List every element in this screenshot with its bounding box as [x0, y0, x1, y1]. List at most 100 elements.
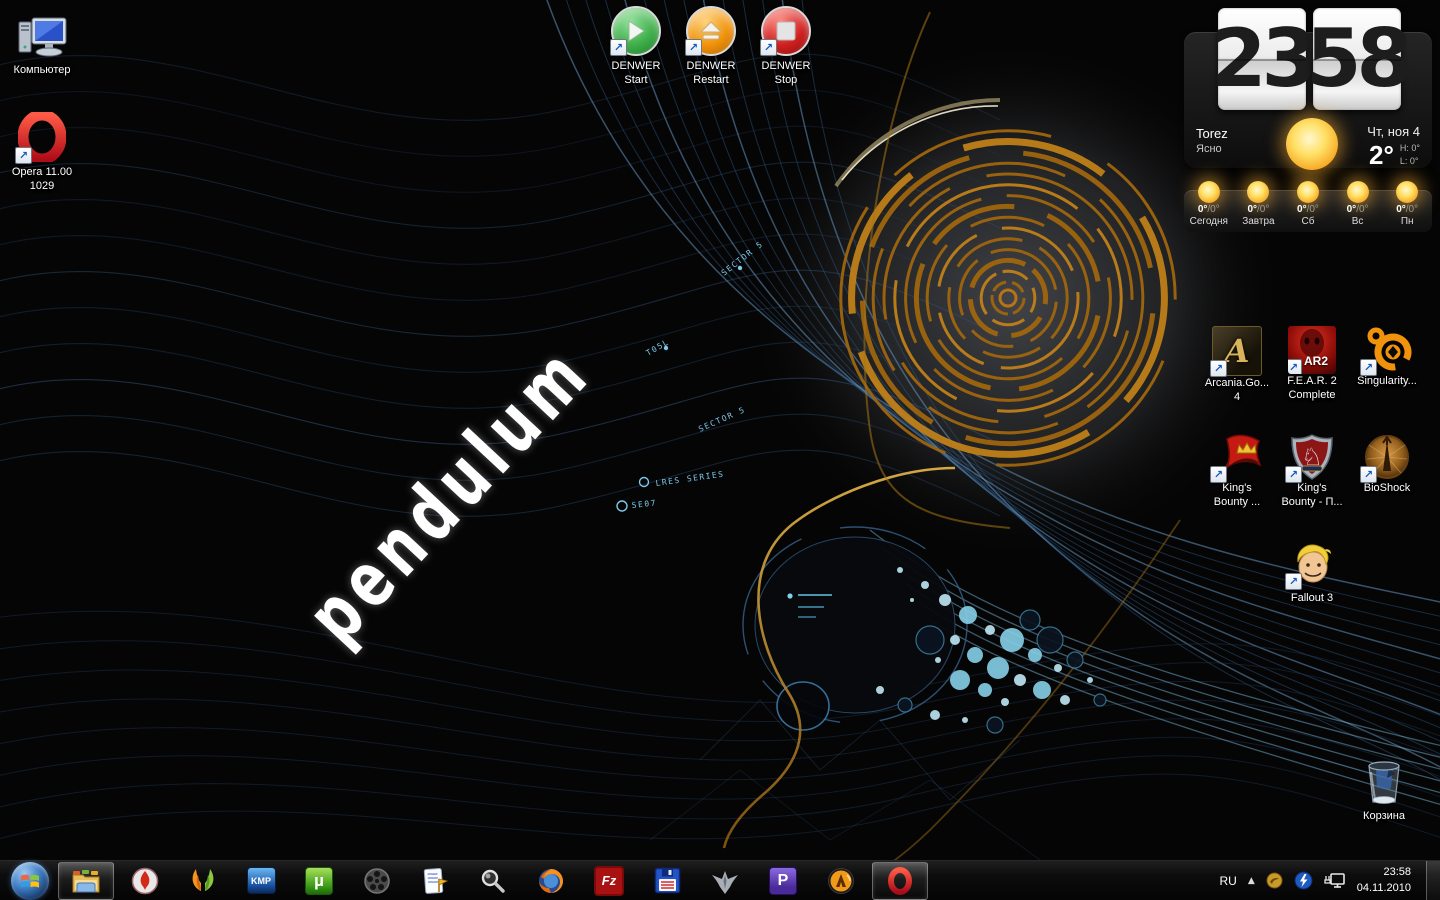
start-button[interactable]: [6, 863, 54, 899]
taskbar-button-search[interactable]: [466, 863, 520, 899]
high-label: H:: [1400, 143, 1409, 153]
taskbar-button-wings-app[interactable]: [176, 863, 230, 899]
desktop-icon-singularity[interactable]: ↗ Singularity...: [1345, 326, 1429, 388]
desktop-icon-recycle-bin[interactable]: Корзина: [1342, 758, 1426, 823]
show-desktop-button[interactable]: [1426, 861, 1440, 900]
icon-label: King's: [1195, 481, 1279, 495]
network-tray-icon[interactable]: [1324, 871, 1346, 890]
kings-bounty-flag-icon: ↗: [1213, 433, 1261, 481]
opera-icon: ↗: [18, 112, 66, 162]
taskbar-button-filezilla[interactable]: Fz: [582, 863, 636, 899]
tray-clock[interactable]: 23:58 04.11.2010: [1357, 865, 1411, 896]
wings-icon: [188, 867, 218, 895]
arcania-letter: A: [1225, 332, 1250, 370]
taskbar-button-p-app[interactable]: P: [756, 863, 810, 899]
forecast-day: 0°/0° Пн: [1382, 190, 1432, 232]
taskbar-button-explorer[interactable]: [58, 862, 114, 900]
desktop-icon-fear2[interactable]: AR2 ↗ F.E.A.R. 2 Complete: [1270, 326, 1354, 403]
desktop-icon-fallout3[interactable]: ↗ Fallout 3: [1270, 540, 1354, 605]
icon-label: Start: [594, 73, 678, 87]
desktop-icon-kings-bounty-2[interactable]: ♘ ↗ King's Bounty - П...: [1270, 433, 1354, 510]
p-app-icon: P: [769, 867, 797, 895]
icon-label: Singularity...: [1345, 374, 1429, 388]
shortcut-arrow-icon: ↗: [1285, 573, 1302, 590]
icon-label: Fallout 3: [1270, 591, 1354, 605]
tray-lightning-icon[interactable]: [1294, 871, 1313, 890]
firefox-icon: [537, 867, 565, 895]
weather-forecast-bar[interactable]: 0°/0° Сегодня 0°/0° Завтра 0°/0° Сб 0°/0…: [1184, 190, 1432, 232]
icon-label: Bounty ...: [1195, 495, 1279, 509]
sun-icon: [1198, 181, 1220, 203]
notes-document-icon: [422, 867, 448, 895]
icon-label: Корзина: [1342, 809, 1426, 823]
desktop-icon-bioshock[interactable]: ↗ BioShock: [1345, 433, 1429, 495]
shortcut-arrow-icon: ↗: [1210, 466, 1227, 483]
taskbar-button-download-master[interactable]: [118, 863, 172, 899]
icon-label: Bounty - П...: [1270, 495, 1354, 509]
taskbar-button-eagle-game[interactable]: [698, 863, 752, 899]
flip-card-hours: 23: [1218, 8, 1306, 110]
utorrent-icon: µ: [305, 867, 333, 895]
forecast-day: 0°/0° Сегодня: [1184, 190, 1234, 232]
floppy-disk-icon: [654, 867, 681, 894]
desktop-icon-kings-bounty-1[interactable]: ↗ King's Bounty ...: [1195, 433, 1279, 510]
icon-label: Restart: [669, 73, 753, 87]
weather-location: Torez: [1196, 126, 1228, 142]
icon-label: Complete: [1270, 388, 1354, 402]
low-value: 0°: [1410, 156, 1419, 166]
arcania-icon: A ↗: [1212, 326, 1262, 376]
taskbar: KMP µ: [0, 860, 1440, 900]
shortcut-arrow-icon: ↗: [1285, 466, 1302, 483]
desktop-icon-denwer-restart[interactable]: ↗ DENWER Restart: [669, 6, 753, 88]
clock-minutes: 58: [1306, 19, 1407, 99]
taskbar-button-kmplayer[interactable]: KMP: [234, 863, 288, 899]
desktop-icon-arcania[interactable]: A ↗ Arcania.Go... 4: [1195, 326, 1279, 405]
shortcut-arrow-icon: ↗: [760, 39, 777, 56]
taskbar-button-notes[interactable]: [408, 863, 462, 899]
download-master-icon: [131, 867, 159, 895]
opera-taskbar-icon: [887, 867, 913, 895]
icon-label: Компьютер: [0, 63, 84, 77]
sun-icon: [1297, 181, 1319, 203]
icon-label: Arcania.Go...: [1195, 376, 1279, 390]
tray-date: 04.11.2010: [1357, 881, 1411, 896]
desktop-icon-denwer-stop[interactable]: ↗ DENWER Stop: [744, 6, 828, 88]
eagle-icon: [710, 867, 740, 895]
low-label: L:: [1400, 156, 1408, 166]
taskbar-button-opera[interactable]: [872, 862, 928, 900]
shortcut-arrow-icon: ↗: [1288, 359, 1302, 374]
computer-icon: [16, 14, 68, 60]
denwer-stop-icon: ↗: [761, 6, 811, 56]
filezilla-icon: Fz: [594, 866, 624, 896]
icon-label: DENWER: [669, 59, 753, 73]
forecast-day: 0°/0° Завтра: [1234, 190, 1284, 232]
windows-start-orb-icon: [11, 862, 49, 900]
tray-agent-icon[interactable]: [1266, 872, 1283, 889]
weather-date: Чт, ноя 4: [1367, 124, 1420, 140]
shortcut-arrow-icon: ↗: [1360, 359, 1377, 376]
shortcut-arrow-icon: ↗: [685, 39, 702, 56]
taskbar-button-media-player[interactable]: [350, 863, 404, 899]
system-tray: RU ▲ 23:58 04.11.2010: [1219, 861, 1440, 900]
taskbar-button-utorrent[interactable]: µ: [292, 863, 346, 899]
denwer-restart-icon: ↗: [686, 6, 736, 56]
desktop-icon-computer[interactable]: Компьютер: [0, 14, 84, 77]
sun-icon: [1347, 181, 1369, 203]
clock-weather-gadget[interactable]: 23 58 Torez Ясно Чт, ноя 4 2° H: 0° L:: [1184, 8, 1434, 110]
language-indicator[interactable]: RU: [1219, 874, 1236, 888]
taskbar-button-aimp[interactable]: [814, 863, 868, 899]
show-hidden-icons-button[interactable]: ▲: [1248, 876, 1255, 886]
icon-label: 1029: [0, 179, 84, 193]
sun-icon: [1396, 181, 1418, 203]
icon-label: King's: [1270, 481, 1354, 495]
desktop-icon-opera[interactable]: ↗ Opera 11.00 1029: [0, 112, 84, 194]
fear2-icon: AR2 ↗: [1288, 326, 1336, 374]
desktop-icon-denwer-start[interactable]: ↗ DENWER Start: [594, 6, 678, 88]
kmplayer-icon: KMP: [247, 867, 276, 894]
taskbar-button-floppy[interactable]: [640, 863, 694, 899]
forecast-day: 0°/0° Сб: [1283, 190, 1333, 232]
sun-icon: [1286, 118, 1338, 170]
icon-label: Opera 11.00: [0, 165, 84, 179]
taskbar-button-firefox[interactable]: [524, 863, 578, 899]
shortcut-arrow-icon: ↗: [1210, 360, 1227, 377]
